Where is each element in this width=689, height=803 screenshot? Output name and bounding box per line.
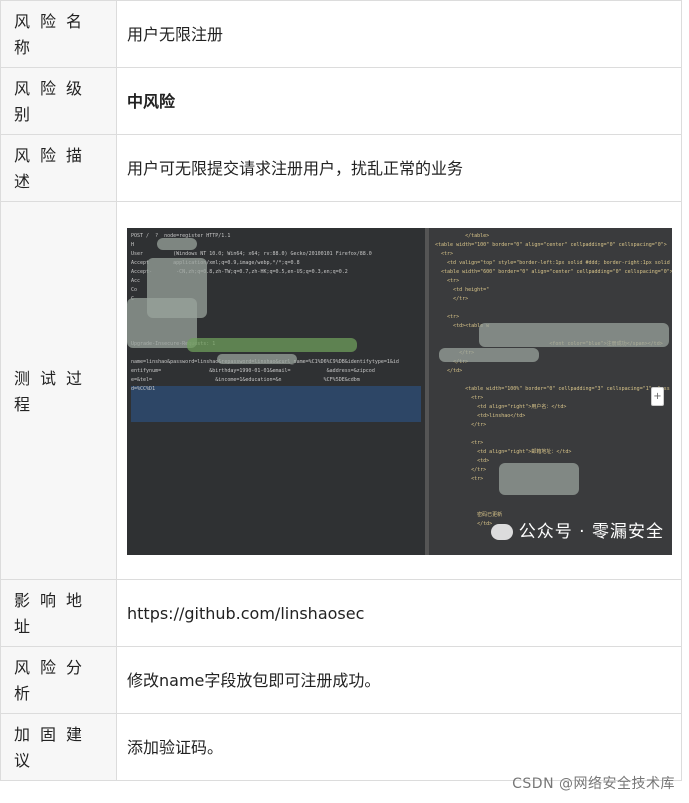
risk-description-value: 用户可无限提交请求注册用户，扰乱正常的业务 bbox=[116, 134, 682, 202]
redaction-blur bbox=[187, 338, 357, 352]
wechat-icon bbox=[490, 524, 513, 540]
redaction-blur bbox=[479, 323, 669, 347]
row-risk-analysis: 风险分析 修改name字段放包即可注册成功。 bbox=[0, 646, 682, 714]
row-test-process: 测试过程 POST / ? node=register HTTP/1.1 H U… bbox=[0, 201, 682, 580]
risk-analysis-value: 修改name字段放包即可注册成功。 bbox=[116, 646, 682, 714]
affected-address-label: 影响地址 bbox=[0, 579, 117, 647]
risk-description-label: 风险描述 bbox=[0, 134, 117, 202]
risk-name-label: 风险名称 bbox=[0, 0, 117, 68]
wechat-watermark: 公众号 · 零漏安全 bbox=[490, 519, 664, 545]
affected-address-value[interactable]: https://github.com/linshaosec bbox=[116, 579, 682, 647]
redaction-blur bbox=[127, 298, 197, 348]
watermark-text: 公众号 · 零漏安全 bbox=[518, 522, 664, 542]
test-process-value: POST / ? node=register HTTP/1.1 H User (… bbox=[116, 201, 682, 580]
risk-level-label: 风险级别 bbox=[0, 67, 117, 135]
redaction-blur bbox=[157, 238, 197, 250]
redaction-blur bbox=[499, 463, 579, 495]
test-process-label: 测试过程 bbox=[0, 201, 117, 580]
row-risk-level: 风险级别 中风险 bbox=[0, 67, 682, 135]
risk-report-table: 风险名称 用户无限注册 风险级别 中风险 风险描述 用户可无限提交请求注册用户，… bbox=[0, 0, 682, 781]
row-affected-address: 影响地址 https://github.com/linshaosec bbox=[0, 579, 682, 647]
redaction-blur bbox=[217, 354, 297, 364]
request-pane: POST / ? node=register HTTP/1.1 H User (… bbox=[127, 228, 425, 555]
risk-analysis-label: 风险分析 bbox=[0, 646, 117, 714]
row-risk-name: 风险名称 用户无限注册 bbox=[0, 0, 682, 68]
risk-name-value: 用户无限注册 bbox=[116, 0, 682, 68]
response-pane: </table> <table width="100" border="0" a… bbox=[429, 228, 672, 555]
expand-button[interactable]: + bbox=[651, 387, 664, 406]
hardening-advice-value: 添加验证码。 bbox=[116, 713, 682, 781]
burp-screenshot: POST / ? node=register HTTP/1.1 H User (… bbox=[127, 228, 672, 555]
hardening-advice-label: 加固建议 bbox=[0, 713, 117, 781]
redaction-blur bbox=[439, 348, 539, 362]
row-risk-description: 风险描述 用户可无限提交请求注册用户，扰乱正常的业务 bbox=[0, 134, 682, 202]
risk-level-value: 中风险 bbox=[116, 67, 682, 135]
csdn-watermark: CSDN @网络安全技术库 bbox=[512, 776, 675, 792]
row-hardening-advice: 加固建议 添加验证码。 bbox=[0, 713, 682, 781]
